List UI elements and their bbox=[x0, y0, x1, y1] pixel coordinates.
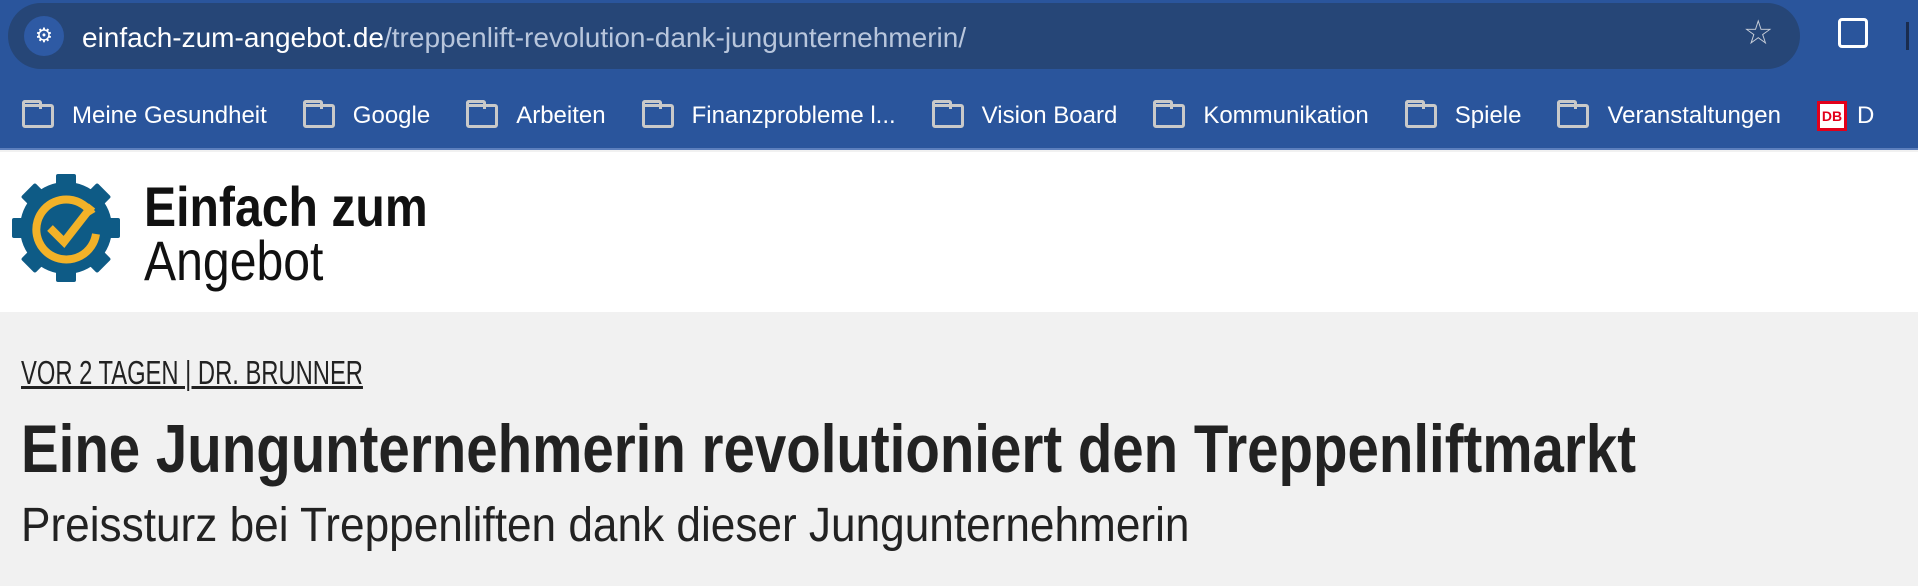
toolbar-divider bbox=[1906, 22, 1909, 50]
bookmark-finanzprobleme[interactable]: Finanzprobleme l... bbox=[641, 100, 896, 130]
bookmark-vision-board[interactable]: Vision Board bbox=[931, 100, 1118, 130]
bookmark-google[interactable]: Google bbox=[302, 100, 431, 130]
folder-icon bbox=[466, 100, 499, 128]
folder-icon bbox=[1404, 100, 1437, 128]
bookmark-star-icon[interactable]: ☆ bbox=[1743, 13, 1773, 53]
logo-gear-check-icon[interactable] bbox=[10, 172, 122, 284]
extensions-icon[interactable] bbox=[1838, 18, 1868, 48]
site-settings-icon[interactable]: ⚙ bbox=[24, 16, 64, 56]
bookmark-arbeiten[interactable]: Arbeiten bbox=[466, 100, 606, 130]
bookmark-label: Google bbox=[352, 102, 431, 129]
browser-toolbar: ⚙ einfach-zum-angebot.de/treppenlift-rev… bbox=[0, 0, 1918, 150]
bookmark-meine-gesundheit[interactable]: Meine Gesundheit bbox=[22, 100, 267, 130]
article-title: Eine Jungunternehmerin revolutioniert de… bbox=[21, 411, 1637, 487]
url-text[interactable]: einfach-zum-angebot.de/treppenlift-revol… bbox=[82, 22, 966, 54]
db-icon: DB bbox=[1816, 101, 1847, 131]
url-domain: einfach-zum-angebot.de bbox=[82, 22, 384, 53]
folder-icon bbox=[641, 100, 674, 128]
bookmark-spiele[interactable]: Spiele bbox=[1404, 100, 1522, 130]
address-bar[interactable]: ⚙ einfach-zum-angebot.de/treppenlift-rev… bbox=[8, 3, 1800, 69]
bookmark-veranstaltungen[interactable]: Veranstaltungen bbox=[1557, 100, 1781, 130]
article-byline[interactable]: VOR 2 TAGEN | DR. BRUNNER bbox=[21, 354, 363, 392]
url-path: /treppenlift-revolution-dank-jungunterne… bbox=[383, 22, 967, 53]
bookmark-db[interactable]: DB D bbox=[1816, 101, 1875, 131]
bookmark-label: Veranstaltungen bbox=[1607, 102, 1781, 129]
folder-icon bbox=[931, 100, 964, 128]
bookmark-label: Kommunikation bbox=[1203, 102, 1369, 129]
bookmark-kommunikation[interactable]: Kommunikation bbox=[1153, 100, 1369, 130]
article-subtitle: Preissturz bei Treppenliften dank dieser… bbox=[21, 499, 1190, 552]
folder-icon bbox=[1557, 100, 1590, 128]
site-header: Einfach zum Angebot bbox=[0, 152, 1918, 312]
folder-icon bbox=[302, 100, 335, 128]
bookmark-label: Meine Gesundheit bbox=[72, 102, 267, 129]
bookmark-label: D bbox=[1856, 102, 1875, 129]
bookmark-label: Spiele bbox=[1454, 102, 1522, 129]
bookmark-label: Arbeiten bbox=[516, 102, 606, 129]
folder-icon bbox=[1153, 100, 1186, 128]
bookmark-label: Vision Board bbox=[981, 102, 1118, 129]
folder-icon bbox=[22, 100, 54, 128]
bookmarks-bar: Meine Gesundheit Google Arbeiten Finanzp… bbox=[0, 96, 1888, 136]
logo-text-line2[interactable]: Angebot bbox=[144, 228, 323, 293]
bookmark-label: Finanzprobleme l... bbox=[691, 102, 896, 129]
